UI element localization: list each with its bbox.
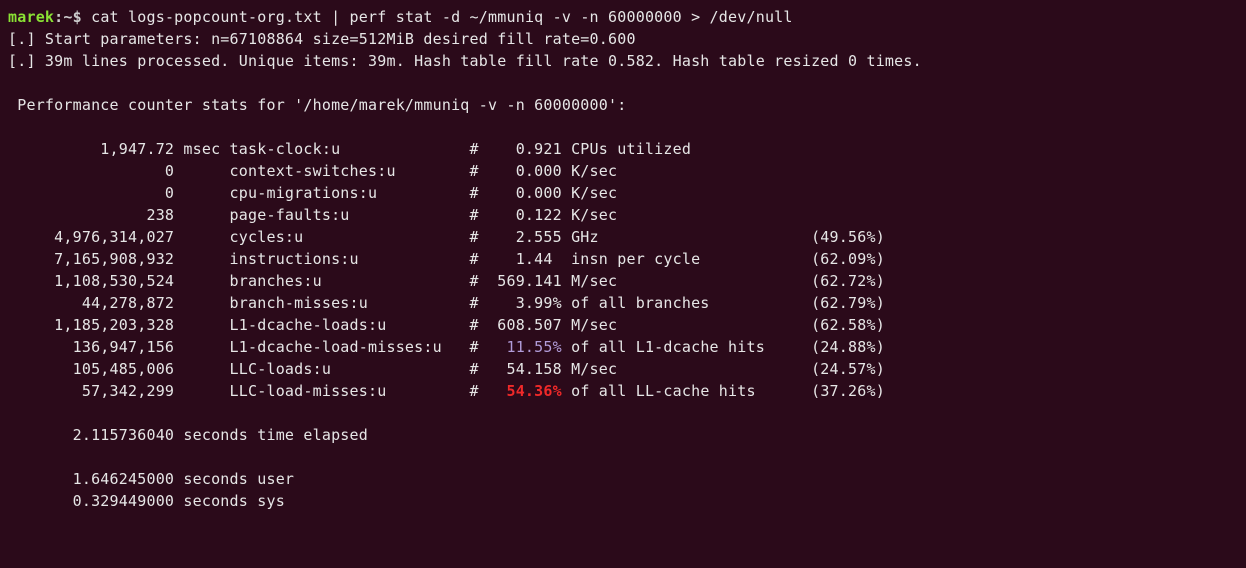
terminal-output: marek:~$ cat logs-popcount-org.txt | per… (0, 0, 1246, 518)
perf-rows: 1,947.72 msec task-clock:u # 0.921 CPUs … (8, 138, 1238, 402)
prompt-separator: :~$ (54, 8, 91, 26)
prompt-user: marek (8, 8, 54, 26)
output-line: [.] Start parameters: n=67108864 size=51… (8, 30, 636, 48)
output-line: [.] 39m lines processed. Unique items: 3… (8, 52, 922, 70)
perf-header: Performance counter stats for '/home/mar… (8, 96, 626, 114)
stat-metric: 11.55% (479, 338, 571, 356)
sys-time: 0.329449000 seconds sys (8, 492, 285, 510)
stat-metric: 54.36% (479, 382, 571, 400)
elapsed-time: 2.115736040 seconds time elapsed (8, 426, 368, 444)
command-text: cat logs-popcount-org.txt | perf stat -d… (91, 8, 793, 26)
user-time: 1.646245000 seconds user (8, 470, 294, 488)
